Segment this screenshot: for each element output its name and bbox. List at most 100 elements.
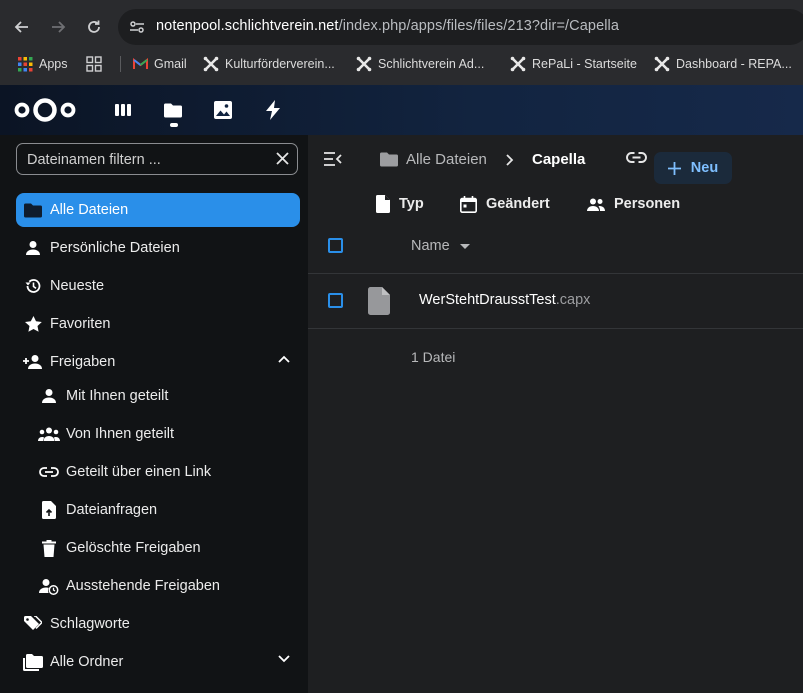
arrow-right-icon [50, 19, 66, 35]
filter-people-label: Personen [614, 196, 681, 212]
sidebar-item-label: Gelöschte Freigaben [66, 540, 201, 556]
back-button[interactable] [7, 12, 37, 42]
gmail-icon [133, 58, 148, 70]
plus-icon [667, 161, 681, 175]
navigation-sidebar: Alle Dateien Persönliche Dateien Neueste… [0, 135, 308, 693]
forward-button[interactable] [43, 12, 73, 42]
link-icon[interactable] [626, 152, 647, 163]
bookmark-dashboard[interactable]: Dashboard - REPA... [654, 50, 792, 78]
sidebar-item-von-ihnen-geteilt[interactable]: Von Ihnen geteilt [16, 417, 300, 451]
share-add-icon [16, 354, 50, 370]
sidebar-item-label: Geteilt über einen Link [66, 464, 212, 480]
sidebar-item-alle-ordner[interactable]: Alle Ordner [16, 645, 300, 679]
url-text: notenpool.schlichtverein.net/index.php/a… [156, 18, 619, 34]
column-name-label: Name [411, 238, 450, 254]
table-header: Name [308, 227, 803, 274]
activity-icon [266, 100, 280, 120]
filter-box [16, 143, 298, 175]
filter-modified[interactable]: Geändert [460, 187, 550, 221]
sidebar-item-ausstehende-freigaben[interactable]: Ausstehende Freigaben [16, 569, 300, 603]
sidebar-item-label: Schlagworte [50, 616, 130, 632]
user-icon [32, 388, 66, 404]
sidebar-item-geloeschte-freigaben[interactable]: Gelöschte Freigaben [16, 531, 300, 565]
bookmark-label: Dashboard - REPA... [676, 57, 792, 71]
group-icon [32, 427, 66, 441]
calendar-icon [460, 195, 477, 213]
filter-people[interactable]: Personen [587, 187, 680, 221]
photos-icon [214, 101, 232, 119]
breadcrumb: Alle Dateien Capella Neu [308, 143, 803, 184]
sidebar-item-mit-ihnen-geteilt[interactable]: Mit Ihnen geteilt [16, 379, 300, 413]
sidebar-item-alle-dateien[interactable]: Alle Dateien [16, 193, 300, 227]
close-icon[interactable] [276, 152, 289, 165]
chevron-down-icon[interactable] [278, 655, 290, 663]
nextcloud-logo-icon[interactable] [14, 96, 76, 124]
bookmark-label: Schlichtverein Ad... [378, 57, 485, 71]
file-basename: WerStehtDrausstTest [419, 292, 556, 308]
bookmarks-divider [120, 56, 121, 72]
sidebar-item-persoenliche-dateien[interactable]: Persönliche Dateien [16, 231, 300, 265]
link-icon [32, 467, 66, 477]
bookmark-label: Apps [39, 57, 68, 71]
app-files[interactable] [156, 85, 190, 135]
sidebar-item-label: Ausstehende Freigaben [66, 578, 220, 594]
sidebar-item-label: Neueste [50, 278, 105, 294]
file-upload-icon [32, 501, 66, 519]
sidebar-toggle-icon[interactable] [324, 152, 342, 166]
breadcrumb-root[interactable]: Alle Dateien [406, 151, 487, 168]
app-dashboard[interactable] [106, 85, 140, 135]
app-photos[interactable] [206, 85, 240, 135]
bookmark-tab-groups[interactable] [86, 50, 102, 78]
bookmark-schlichtverein[interactable]: Schlichtverein Ad... [356, 50, 484, 78]
browser-chrome: notenpool.schlichtverein.net/index.php/a… [0, 0, 803, 85]
bookmark-repali[interactable]: RePaLi - Startseite [510, 50, 637, 78]
filename-filter-input[interactable] [25, 144, 269, 175]
row-checkbox[interactable] [328, 293, 343, 308]
column-name-header[interactable]: Name [411, 238, 470, 254]
file-icon [368, 287, 390, 315]
pending-share-icon [32, 578, 66, 595]
sidebar-item-label: Dateianfragen [66, 502, 158, 518]
joomla-icon [654, 56, 670, 72]
sidebar-item-schlagworte[interactable]: Schlagworte [16, 607, 300, 641]
filter-type[interactable]: Typ [376, 187, 424, 221]
arrow-left-icon [14, 19, 30, 35]
sidebar-item-label: Alle Dateien [50, 202, 129, 218]
file-icon [376, 195, 390, 213]
bookmark-gmail[interactable]: Gmail [133, 50, 187, 78]
group-icon [587, 198, 605, 211]
sidebar-item-dateianfragen[interactable]: Dateianfragen [16, 493, 300, 527]
tags-icon [16, 616, 50, 632]
sidebar-item-favoriten[interactable]: Favoriten [16, 307, 300, 341]
table-row[interactable]: WerStehtDrausstTest.capx [308, 274, 803, 329]
sidebar-item-label: Mit Ihnen geteilt [66, 388, 169, 404]
app-activity[interactable] [256, 85, 290, 135]
sidebar-item-geteilt-ueber-link[interactable]: Geteilt über einen Link [16, 455, 300, 489]
bookmark-apps[interactable]: Apps [18, 50, 68, 78]
file-extension: .capx [555, 292, 591, 308]
joomla-icon [356, 56, 372, 72]
joomla-icon [510, 56, 526, 72]
sidebar-item-neueste[interactable]: Neueste [16, 269, 300, 303]
bookmark-kulturfoerderverein[interactable]: Kulturförderverein... [203, 50, 335, 78]
sidebar-item-label: Alle Ordner [50, 654, 124, 670]
select-all-checkbox[interactable] [328, 238, 343, 253]
history-icon [16, 277, 50, 295]
sidebar-item-freigaben[interactable]: Freigaben [16, 345, 300, 379]
chevron-up-icon[interactable] [278, 355, 290, 363]
files-summary: 1 Datei [411, 349, 456, 365]
file-name[interactable]: WerStehtDrausstTest.capx [419, 292, 590, 308]
url-path: /index.php/apps/files/files/213?dir=/Cap… [338, 18, 620, 34]
apps-grid-icon [18, 56, 33, 72]
app-header [0, 85, 803, 135]
sidebar-item-label: Freigaben [50, 354, 116, 370]
reload-button[interactable] [79, 12, 109, 42]
breadcrumb-current[interactable]: Capella [532, 151, 585, 168]
url-host: notenpool.schlichtverein.net [156, 18, 339, 34]
new-button-label: Neu [690, 160, 719, 176]
site-settings-icon[interactable] [128, 18, 146, 36]
address-bar[interactable]: notenpool.schlichtverein.net/index.php/a… [118, 9, 803, 45]
folder-icon [16, 203, 50, 218]
new-button[interactable]: Neu [654, 152, 732, 184]
sort-caret-down-icon [459, 243, 470, 249]
